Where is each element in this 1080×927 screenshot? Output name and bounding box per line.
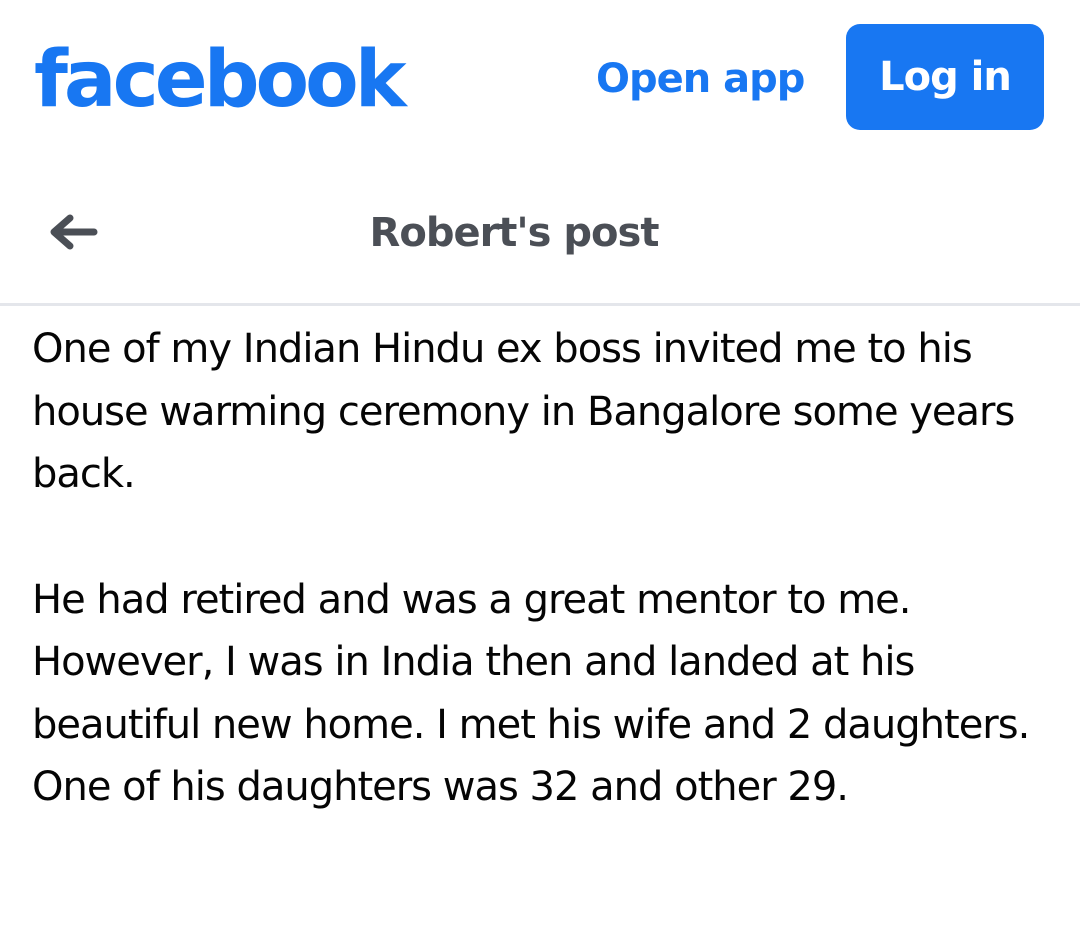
facebook-logo[interactable]: facebook bbox=[34, 30, 407, 130]
post-header: Robert's post bbox=[0, 160, 1080, 306]
top-bar: facebook Open app Log in bbox=[0, 0, 1080, 160]
post-text: One of my Indian Hindu ex boss invited m… bbox=[32, 318, 1052, 819]
login-button[interactable]: Log in bbox=[846, 24, 1044, 130]
post-paragraph: One of my Indian Hindu ex boss invited m… bbox=[32, 326, 1015, 497]
page-title: Robert's post bbox=[369, 210, 660, 256]
open-app-link[interactable]: Open app bbox=[596, 52, 805, 106]
post-paragraph: He had retired and was a great mentor to… bbox=[32, 576, 1030, 811]
